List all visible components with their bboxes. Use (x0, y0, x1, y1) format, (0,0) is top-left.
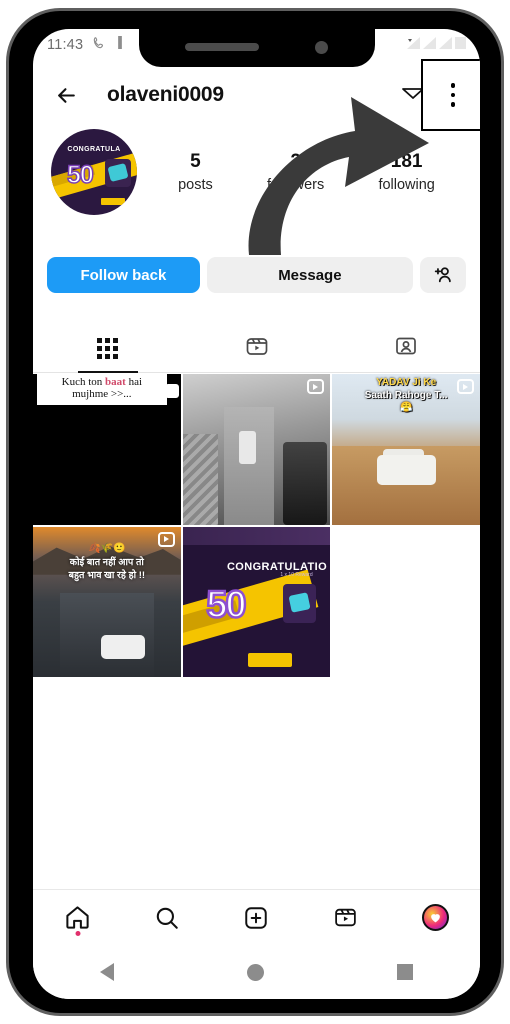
post1-caption-b: baat (105, 376, 126, 388)
android-home-icon[interactable] (246, 963, 264, 981)
phone-notch (138, 29, 375, 67)
nav-reels[interactable] (322, 896, 370, 940)
post4-caption-line2: बहुत भाव खा रहे हो !! (68, 569, 146, 581)
message-button[interactable]: Message (206, 257, 413, 293)
front-camera (315, 40, 328, 54)
post1-caption-c: hai (125, 376, 143, 388)
reels-icon (457, 379, 474, 394)
tab-reels[interactable] (182, 325, 331, 372)
street-road (224, 407, 275, 525)
vibrate-icon (115, 36, 125, 54)
post4-caption-line1: कोई बात नहीं आप तो (69, 556, 144, 568)
congrats-topbar (182, 526, 331, 545)
reels-icon (157, 531, 175, 547)
nav-home[interactable] (54, 896, 102, 940)
stat-following-count: 181 (390, 151, 423, 172)
signal-icon-2 (423, 36, 436, 54)
nav-search[interactable] (143, 896, 191, 940)
post1-caption-a: Kuch ton (61, 376, 106, 388)
kebab-menu-highlight-box[interactable] (421, 59, 480, 131)
profile-avatar[interactable]: CONGRATULA 50 (51, 129, 137, 215)
stat-followers-label: followers (267, 177, 325, 193)
page-title: olaveni0009 (107, 83, 224, 106)
android-navigation-bar (33, 945, 480, 999)
phone-screen: 11:43 olaveni0009 CONGRATULA 50 5 posts … (33, 29, 480, 999)
profile-header: olaveni0009 (33, 67, 480, 123)
nav-create[interactable] (232, 896, 280, 940)
post3-emoji: 😤 (399, 402, 413, 413)
post1-corner-tag (164, 384, 179, 398)
stat-following[interactable]: 181 following (378, 151, 434, 193)
back-arrow-icon[interactable] (49, 78, 83, 112)
status-clock: 11:43 (47, 37, 84, 53)
avatar-button-shape (101, 198, 125, 205)
kebab-menu-icon[interactable] (450, 83, 456, 107)
earpiece-speaker (185, 43, 259, 51)
post-tile[interactable] (182, 374, 331, 525)
profile-stats: 5 posts 2 followers 181 following (137, 151, 462, 193)
tab-grid[interactable] (33, 325, 182, 372)
tab-tagged[interactable] (331, 325, 480, 372)
home-badge-dot (75, 930, 81, 936)
nav-profile[interactable] (411, 896, 459, 940)
tagged-person-icon (394, 334, 418, 363)
post1-caption-line2: mujhme >>... (72, 388, 132, 400)
wifi-icon (439, 36, 452, 54)
street-wall (182, 434, 219, 525)
highway-car (100, 635, 146, 660)
post3-caption-line1: YADAV Ji Ke (376, 377, 437, 388)
post4-caption: कोई बात नहीं आप तो बहुत भाव खा रहे हो !! (33, 557, 181, 583)
stat-posts-count: 5 (190, 151, 201, 172)
stat-following-label: following (378, 177, 435, 193)
post5-reward-text: 1 x 10 Reward (280, 571, 313, 578)
congrats-ok-button (247, 653, 292, 667)
avatar-number: 50 (66, 160, 94, 190)
reels-icon (307, 379, 325, 394)
profile-actions: Follow back Message (33, 257, 480, 293)
android-recents-icon[interactable] (397, 964, 414, 980)
profile-tabs (33, 325, 480, 373)
post-tile[interactable]: Kuch ton baat hai mujhme >>... (33, 374, 181, 525)
suv-body (376, 455, 436, 486)
avatar-caption: CONGRATULA (67, 146, 121, 153)
posts-grid: Kuch ton baat hai mujhme >>... YADAV Ji (33, 374, 480, 678)
reels-icon (245, 334, 269, 363)
signal-icon (407, 36, 420, 54)
profile-avatar-icon (421, 904, 449, 931)
battery-icon (455, 36, 466, 54)
add-person-button[interactable] (420, 257, 466, 293)
stat-followers[interactable]: 2 followers (267, 151, 324, 193)
grid-icon (97, 338, 118, 359)
phone-frame: 11:43 olaveni0009 CONGRATULA 50 5 posts … (6, 8, 504, 1016)
follow-back-button[interactable]: Follow back (47, 257, 200, 293)
stat-posts-label: posts (178, 177, 213, 193)
post-tile[interactable]: 🍂🌾🙂 कोई बात नहीं आप तो बहुत भाव खा रहे ह… (33, 526, 181, 678)
post3-caption-line2: Saath Rahoge T... (364, 389, 448, 401)
android-back-icon[interactable] (99, 963, 114, 981)
bottom-navigation (33, 889, 480, 945)
post-tile[interactable]: CONGRATULATIO 1 x 10 Reward 50 (182, 526, 331, 678)
street-figure (238, 431, 257, 465)
stat-followers-count: 2 (290, 151, 301, 172)
post-tile[interactable]: YADAV Ji Ke Saath Rahoge T... 😤 (332, 374, 480, 525)
post5-number: 50 (205, 583, 248, 628)
phone-icon (92, 36, 106, 55)
post-caption-banner: Kuch ton baat hai mujhme >>... (37, 374, 167, 405)
stat-posts[interactable]: 5 posts (178, 151, 213, 193)
profile-summary: CONGRATULA 50 5 posts 2 followers 181 fo… (33, 129, 480, 215)
street-bikes (283, 441, 328, 525)
